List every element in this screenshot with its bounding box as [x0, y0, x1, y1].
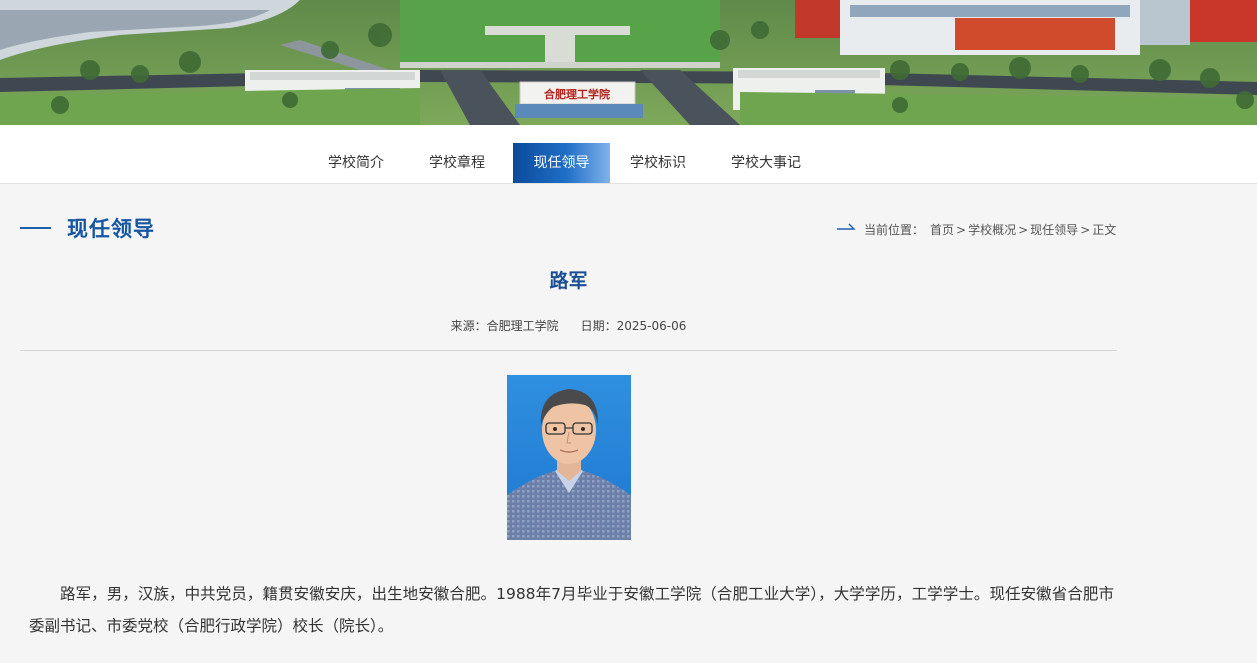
campus-aerial-image: 合肥理工学院 — [0, 0, 1257, 125]
article-meta: 来源：合肥理工学院 日期：2025-06-06 — [20, 317, 1117, 334]
article-body: 路军，男，汉族，中共党员，籍贯安徽安庆，出生地安徽合肥。1988年7月毕业于安徽… — [29, 585, 1114, 635]
breadcrumb-separator: > — [956, 223, 967, 237]
arrow-right-icon — [837, 223, 856, 230]
campus-banner: 合肥理工学院 — [0, 0, 1257, 125]
nav-item-school-intro[interactable]: 学校简介 — [312, 143, 399, 183]
breadcrumb: 当前位置： 首页 > 学校概况 > 现任领导 > 正文 — [864, 221, 1116, 238]
portrait-photo — [507, 375, 631, 540]
section-title: 现任领导 — [67, 217, 155, 241]
nav-item-school-events[interactable]: 学校大事记 — [714, 143, 818, 183]
breadcrumb-overview-link[interactable]: 学校概况 — [968, 223, 1016, 237]
article-source: 来源：合肥理工学院 — [450, 319, 559, 333]
article-title: 路军 — [549, 270, 588, 292]
breadcrumb-separator: > — [1018, 223, 1029, 237]
nav-item-school-charter[interactable]: 学校章程 — [413, 143, 500, 183]
breadcrumb-leaders-link[interactable]: 现任领导 — [1030, 223, 1078, 237]
section-title-line — [20, 227, 51, 229]
breadcrumb-home-link[interactable]: 首页 — [930, 223, 954, 237]
main-nav: 学校简介 学校章程 现任领导 学校标识 学校大事记 — [0, 125, 1257, 184]
breadcrumb-prefix: 当前位置： — [864, 223, 925, 237]
breadcrumb-current: 正文 — [1092, 223, 1117, 237]
article-date: 日期：2025-06-06 — [580, 319, 687, 333]
nav-item-current-leaders[interactable]: 现任领导 — [513, 143, 610, 183]
article-divider — [20, 350, 1117, 351]
gate-sign-text: 合肥理工学院 — [544, 87, 610, 101]
breadcrumb-separator: > — [1080, 223, 1091, 237]
nav-item-school-identity[interactable]: 学校标识 — [614, 143, 701, 183]
